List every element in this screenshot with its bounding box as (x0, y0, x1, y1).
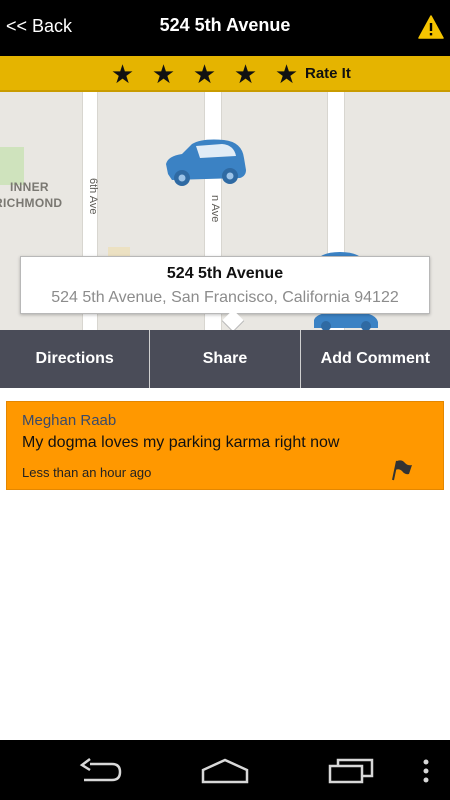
rating-bar: ★ ★ ★ ★ ★ Rate It (0, 56, 450, 92)
street-label: n Ave (209, 195, 221, 223)
comment-card[interactable]: Meghan Raab My dogma loves my parking ka… (6, 401, 444, 490)
share-button[interactable]: Share (150, 330, 301, 388)
warning-icon[interactable] (418, 14, 444, 40)
home-icon[interactable] (200, 758, 250, 784)
action-bar: << Back 524 5th Avenue (0, 0, 450, 56)
comment-text: My dogma loves my parking karma right no… (22, 434, 340, 451)
system-navbar (0, 740, 450, 800)
flag-icon[interactable] (389, 458, 413, 482)
star-icon[interactable]: ★ (184, 60, 225, 88)
directions-button[interactable]: Directions (0, 330, 151, 388)
recent-apps-icon[interactable] (328, 758, 374, 784)
overflow-menu-icon[interactable] (421, 758, 431, 784)
callout-address: 524 5th Avenue, San Francisco, Californi… (51, 289, 399, 306)
rate-it-button[interactable]: Rate It (305, 65, 351, 82)
star-icon[interactable]: ★ (102, 60, 143, 88)
page-title: 524 5th Avenue (159, 15, 291, 35)
action-buttons: Directions Share Add Comment (0, 330, 450, 388)
star-rating[interactable]: ★ ★ ★ ★ ★ (102, 60, 307, 88)
comment-author: Meghan Raab (22, 412, 117, 429)
star-icon[interactable]: ★ (143, 60, 184, 88)
street-label: 6th Ave (87, 178, 99, 215)
add-comment-button[interactable]: Add Comment (301, 330, 450, 388)
star-icon[interactable]: ★ (225, 60, 266, 88)
back-arrow-icon[interactable] (78, 758, 122, 784)
location-callout[interactable]: 524 5th Avenue 524 5th Avenue, San Franc… (20, 256, 430, 333)
comment-timestamp: Less than an hour ago (22, 465, 152, 480)
star-icon[interactable]: ★ (266, 60, 307, 88)
map-area-label: INNER (10, 180, 49, 194)
map-area-label: RICHMOND (0, 196, 63, 210)
car-marker-icon[interactable] (162, 136, 248, 192)
callout-title: 524 5th Avenue (166, 265, 284, 282)
